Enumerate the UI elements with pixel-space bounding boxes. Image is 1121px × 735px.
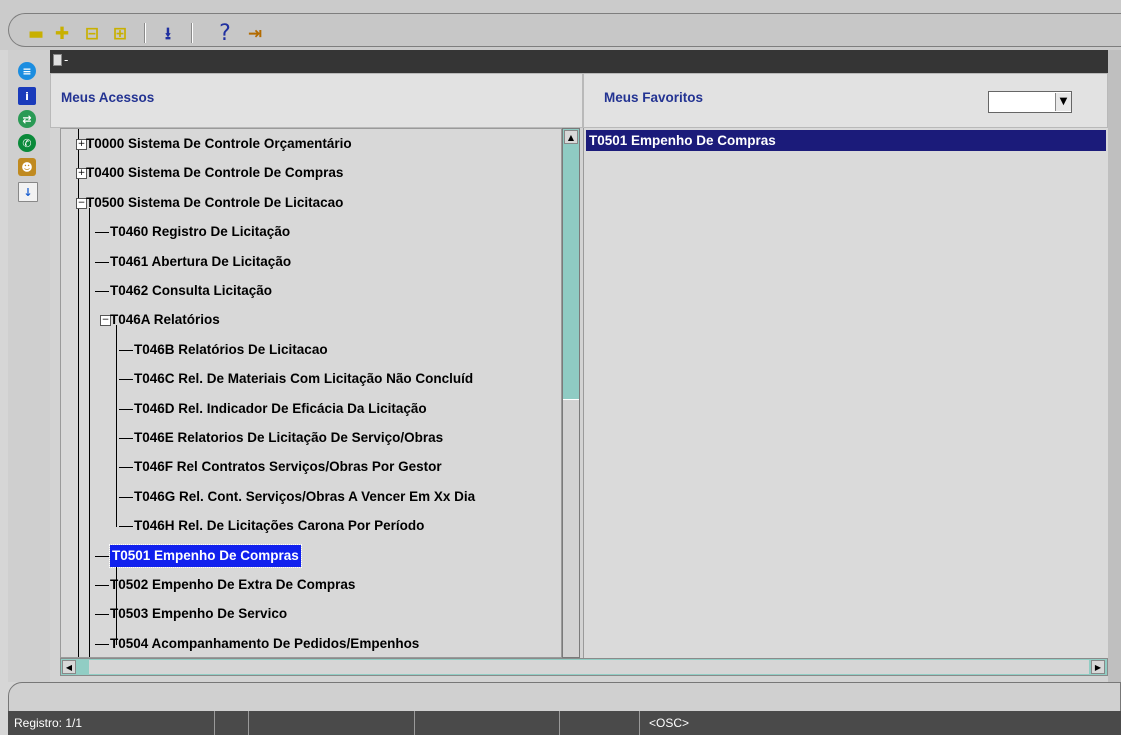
status-cell — [414, 711, 560, 735]
tree-item[interactable]: T0501 Empenho De Compras — [109, 543, 302, 568]
add-all-icon[interactable]: ⊞ — [110, 24, 130, 44]
toolbar-separator — [144, 23, 146, 43]
status-cell — [248, 711, 415, 735]
tree-branch-line — [119, 379, 133, 381]
tree-item[interactable]: T046F Rel Contratos Serviços/Obras Por G… — [134, 456, 442, 478]
tree-folder-item[interactable]: T0500 Sistema De Controle De Licitacao — [86, 192, 343, 214]
tree-guide-line — [116, 325, 117, 528]
tree-item[interactable]: T0460 Registro De Licitação — [110, 221, 290, 243]
status-cell — [208, 711, 249, 735]
window-title: - — [64, 53, 69, 67]
tree-item[interactable]: T0461 Abertura De Licitação — [110, 251, 291, 273]
tree-item[interactable]: T046G Rel. Cont. Serviços/Obras A Vencer… — [134, 486, 475, 508]
tree-branch-line — [95, 614, 109, 616]
tree-branch-line — [95, 232, 109, 234]
record-indicator: Registro: 1/1 — [8, 711, 215, 735]
tree-branch-line — [95, 261, 109, 263]
access-tree: + T0000 Sistema De Controle Orçamentário +… — [60, 128, 562, 658]
tree-branch-line — [119, 349, 133, 351]
tree-branch-line — [95, 585, 109, 586]
scroll-right-arrow-icon[interactable]: ▶ — [1091, 660, 1105, 674]
tree-item[interactable]: T046C Rel. De Materiais Com Licitação Nã… — [134, 368, 473, 390]
scroll-left-arrow-icon[interactable]: ◀ — [62, 660, 76, 674]
tree-branch-line — [95, 555, 109, 557]
phone-icon[interactable]: ✆ — [18, 134, 36, 152]
tree-branch-line — [119, 496, 133, 498]
tree-branch-line — [119, 438, 133, 439]
meus-favoritos-header: Meus Favoritos ▼ — [583, 73, 1108, 128]
tree-item[interactable]: T046H Rel. De Licitações Carona Por Perí… — [134, 515, 424, 537]
mode-indicator: <OSC> — [649, 716, 690, 730]
tree-branch-line — [119, 467, 133, 469]
chevron-down-icon[interactable]: ▼ — [1055, 93, 1071, 111]
tree-item[interactable]: T046B Relatórios De Licitacao — [134, 339, 328, 361]
status-cell — [559, 711, 640, 735]
left-rail: ≡ i ⇄ ✆ ☻ ↓ — [8, 50, 50, 682]
help-icon[interactable]: ? — [215, 23, 235, 45]
tree-branch-line — [95, 291, 109, 292]
scroll-up-arrow-icon[interactable]: ▲ — [564, 130, 578, 144]
favorites-dropdown[interactable]: ▼ — [988, 91, 1072, 113]
download-doc-icon[interactable]: ↓ — [18, 182, 38, 202]
exit-icon[interactable]: ⇥ — [245, 24, 265, 44]
window-titlebar: - — [50, 50, 1108, 73]
tree-folder-item[interactable]: T0400 Sistema De Controle De Compras — [86, 162, 343, 184]
tree-item[interactable]: T046D Rel. Indicador De Eficácia Da Lici… — [134, 398, 427, 420]
tree-folder-item[interactable]: T046A Relatórios — [110, 309, 220, 331]
tree-branch-line — [119, 526, 133, 528]
add-icon[interactable]: ✚ — [52, 24, 72, 44]
toolbar-separator — [191, 23, 193, 43]
tree-item[interactable]: T0502 Empenho De Extra De Compras — [110, 574, 355, 596]
tree-vertical-scrollbar[interactable]: ▲ — [562, 128, 580, 658]
tree-item[interactable]: T0462 Consulta Licitação — [110, 280, 272, 302]
tree-item[interactable]: T0503 Empenho De Servico — [110, 603, 287, 625]
tree-branch-line — [95, 643, 109, 645]
users-icon[interactable]: ☻ — [18, 158, 36, 176]
meus-acessos-header: Meus Acessos — [50, 73, 583, 128]
tree-item[interactable]: T0504 Acompanhamento De Pedidos/Empenhos — [110, 633, 419, 655]
info-icon[interactable]: i — [18, 87, 36, 105]
tree-branch-line — [119, 408, 133, 410]
remove-item-icon[interactable]: ⊟ — [82, 24, 102, 44]
window-icon — [53, 54, 62, 66]
tree-folder-item[interactable]: T0000 Sistema De Controle Orçamentário — [86, 133, 352, 155]
scrollbar-thumb[interactable] — [563, 399, 579, 657]
tree-item[interactable]: T046E Relatorios De Licitação De Serviço… — [134, 427, 443, 449]
meus-acessos-title: Meus Acessos — [61, 90, 155, 105]
download-icon[interactable]: ⭳ — [158, 24, 178, 44]
favorite-item[interactable]: T0501 Empenho De Compras — [586, 130, 1106, 151]
meus-favoritos-title: Meus Favoritos — [604, 90, 704, 105]
horizontal-scrollbar[interactable]: ◀ ▶ — [60, 658, 1108, 676]
favorites-list: T0501 Empenho De Compras — [583, 128, 1108, 658]
status-bar: Registro: 1/1 <OSC> — [8, 711, 1121, 735]
outer-vertical-scrollbar[interactable] — [1108, 50, 1121, 682]
menu-window: - Meus Acessos Meus Favoritos ▼ + T0000 S… — [50, 50, 1108, 682]
tree-guide-line — [116, 555, 117, 645]
chat-icon[interactable]: ≡ — [18, 62, 36, 80]
scrollbar-thumb[interactable] — [89, 660, 1089, 674]
switch-icon[interactable]: ⇄ — [18, 110, 36, 128]
remove-icon[interactable]: ▬ — [26, 24, 46, 44]
tree-guide-line — [89, 207, 90, 657]
